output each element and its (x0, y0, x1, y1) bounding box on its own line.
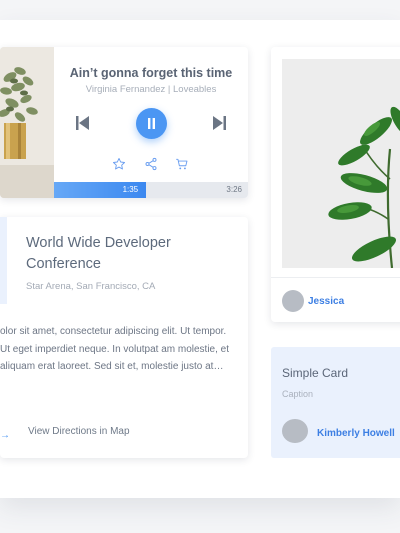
plant-card: Jessica (271, 47, 400, 322)
simple-card: Simple Card Caption Kimberly Howell (271, 347, 400, 458)
music-player-card: Ain’t gonna forget this time Virginia Fe… (0, 47, 248, 198)
pause-icon (148, 118, 155, 129)
player-body: Ain’t gonna forget this time Virginia Fe… (54, 47, 248, 198)
plant-photo (282, 59, 400, 268)
event-description: olor sit amet, consectetur adipiscing el… (0, 326, 230, 372)
card-divider (271, 277, 400, 278)
simple-card-caption: Caption (282, 389, 314, 399)
event-accent-strip (0, 217, 7, 304)
playback-progress-bar[interactable]: 1:35 3:26 (54, 182, 248, 198)
artist-line: Virginia Fernandez | Loveables (85, 84, 217, 95)
simple-card-title: Simple Card (282, 366, 349, 380)
event-location: Star Arena, San Francisco, CA (26, 281, 156, 292)
share-icon[interactable] (144, 157, 160, 171)
arrow-icon: → (0, 430, 10, 441)
event-title: World Wide Developer Conference (26, 235, 171, 272)
user-name-link[interactable]: Kimberly Howell (317, 428, 395, 439)
next-track-icon[interactable] (212, 115, 226, 131)
avatar[interactable] (282, 419, 308, 443)
view-directions-link[interactable]: View Directions in Map (28, 426, 130, 437)
song-title: Ain’t gonna forget this time (69, 66, 233, 80)
event-card: World Wide Developer Conference Star Are… (0, 217, 248, 458)
pause-button[interactable] (136, 108, 167, 139)
previous-track-icon[interactable] (76, 115, 90, 131)
user-name-link[interactable]: Jessica (308, 296, 344, 307)
total-time: 3:26 (226, 185, 242, 194)
avatar[interactable] (282, 290, 304, 312)
album-art-image (0, 47, 54, 198)
star-icon[interactable] (112, 157, 128, 171)
current-time: 1:35 (122, 185, 139, 194)
cart-icon[interactable] (175, 157, 191, 171)
